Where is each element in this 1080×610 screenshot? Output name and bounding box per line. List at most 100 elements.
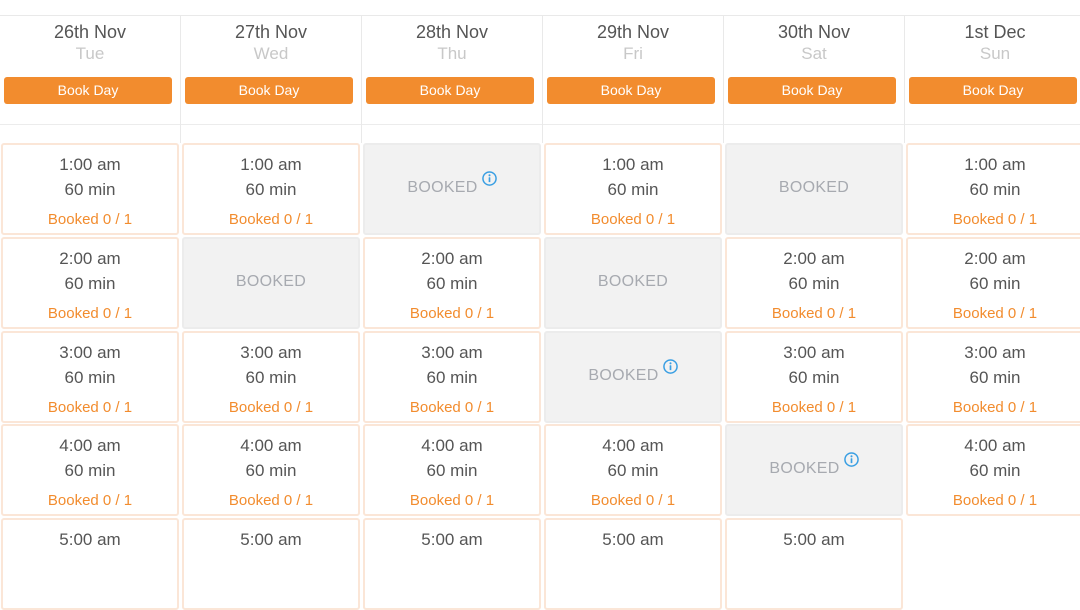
time-slot[interactable]: 2:00 am 60 min Booked 0 / 1 [363,237,541,329]
time-slot[interactable]: 3:00 am 60 min Booked 0 / 1 [725,331,903,423]
slot-duration: 60 min [788,274,840,293]
slot-capacity: Booked 0 / 1 [47,211,133,228]
booked-label-row: BOOKED [727,179,901,197]
time-slot[interactable]: 5:00 am [182,518,360,610]
time-slot[interactable]: 3:00 am 60 min Booked 0 / 1 [1,331,179,423]
time-slot[interactable]: 5:00 am [363,518,541,610]
info-circle-icon[interactable] [843,452,859,467]
slot-duration: 60 min [969,274,1021,293]
day-column: 28th Nov Thu Book Day BOOKED 2:00 am 60 min Bo… [362,0,542,610]
time-slot[interactable]: 2:00 am 60 min Booked 0 / 1 [1,237,179,329]
column-separator [361,16,362,143]
booked-label-row: BOOKED [546,359,720,385]
slot-duration: 60 min [607,461,659,480]
slot-capacity: Booked 0 / 1 [47,492,133,509]
day-date: 1st Dec [964,22,1026,42]
booked-label: BOOKED [235,273,307,290]
slot-time: 3:00 am [240,343,302,362]
day-date: 29th Nov [596,22,670,42]
time-slot[interactable]: 2:00 am 60 min Booked 0 / 1 [725,237,903,329]
book-day-button[interactable]: Book Day [547,77,715,104]
time-slot[interactable]: 3:00 am 60 min Booked 0 / 1 [906,331,1080,423]
slot-capacity: Booked 0 / 1 [409,492,495,509]
column-separator [180,16,181,143]
day-weekday: Sat [801,44,827,63]
book-day-button[interactable]: Book Day [728,77,896,104]
time-slot[interactable]: 5:00 am [1,518,179,610]
day-header: 29th Nov Fri [543,22,723,65]
day-date: 28th Nov [415,22,489,42]
book-day-button[interactable]: Book Day [909,77,1077,104]
time-slot[interactable]: 4:00 am 60 min Booked 0 / 1 [544,424,722,516]
slot-time: 2:00 am [421,249,483,268]
slot-duration: 60 min [245,180,297,199]
slot-duration: 60 min [426,461,478,480]
booked-label: BOOKED [778,179,850,196]
time-slot[interactable]: 4:00 am 60 min Booked 0 / 1 [1,424,179,516]
time-slot[interactable]: 4:00 am 60 min Booked 0 / 1 [182,424,360,516]
booked-slot: BOOKED [725,424,903,516]
book-day-button[interactable]: Book Day [185,77,353,104]
time-slot[interactable]: 2:00 am 60 min Booked 0 / 1 [906,237,1080,329]
slot-capacity: Booked 0 / 1 [771,399,857,416]
day-column: 1st Dec Sun Book Day 1:00 am 60 min Booked 0 … [905,0,1080,550]
slot-time: 5:00 am [602,530,664,549]
day-date: 26th Nov [53,22,127,42]
slot-capacity: Booked 0 / 1 [228,492,314,509]
time-slot[interactable]: 1:00 am 60 min Booked 0 / 1 [182,143,360,235]
slot-time: 1:00 am [240,155,302,174]
slot-time: 5:00 am [59,530,121,549]
slot-time: 5:00 am [240,530,302,549]
slot-time: 4:00 am [964,436,1026,455]
day-header: 30th Nov Sat [724,22,904,65]
day-date: 30th Nov [777,22,851,42]
time-slot[interactable]: 3:00 am 60 min Booked 0 / 1 [363,331,541,423]
slot-capacity: Booked 0 / 1 [952,211,1038,228]
booked-label: BOOKED [769,460,840,477]
day-column: 30th Nov Sat Book Day BOOKED 2:00 am 60 min Bo… [724,0,904,610]
slot-capacity: Booked 0 / 1 [228,399,314,416]
time-slot[interactable]: 1:00 am 60 min Booked 0 / 1 [544,143,722,235]
day-header: 1st Dec Sun [905,22,1080,65]
time-slot[interactable]: 5:00 am [725,518,903,610]
time-slot[interactable]: 5:00 am [544,518,722,610]
slot-duration: 60 min [426,368,478,387]
slot-capacity: Booked 0 / 1 [409,305,495,322]
slot-capacity: Booked 0 / 1 [952,399,1038,416]
slot-capacity: Booked 0 / 1 [47,399,133,416]
time-slot[interactable]: 4:00 am 60 min Booked 0 / 1 [906,424,1080,516]
slot-time: 1:00 am [59,155,121,174]
time-slot[interactable]: 3:00 am 60 min Booked 0 / 1 [182,331,360,423]
slot-duration: 60 min [245,368,297,387]
slot-capacity: Booked 0 / 1 [47,305,133,322]
info-circle-icon[interactable] [662,359,678,374]
slot-duration: 60 min [245,461,297,480]
booked-label: BOOKED [407,179,478,196]
slot-time: 3:00 am [421,343,483,362]
slot-duration: 60 min [969,180,1021,199]
booked-label-row: BOOKED [365,171,539,197]
slot-capacity: Booked 0 / 1 [952,305,1038,322]
slot-time: 3:00 am [783,343,845,362]
booking-calendar-grid: 26th Nov Tue Book Day 1:00 am 60 min Booked 0… [0,0,1080,610]
time-slot[interactable]: 1:00 am 60 min Booked 0 / 1 [906,143,1080,235]
day-column: 29th Nov Fri Book Day 1:00 am 60 min Booked 0… [543,0,723,610]
slot-time: 4:00 am [602,436,664,455]
slot-time: 2:00 am [59,249,121,268]
slot-duration: 60 min [64,461,116,480]
day-weekday: Tue [75,44,105,63]
slot-time: 1:00 am [964,155,1026,174]
book-day-button[interactable]: Book Day [4,77,172,104]
slot-duration: 60 min [64,274,116,293]
time-slot[interactable]: 1:00 am 60 min Booked 0 / 1 [1,143,179,235]
slot-time: 5:00 am [421,530,483,549]
column-separator [904,16,905,143]
slot-capacity: Booked 0 / 1 [952,492,1038,509]
time-slot[interactable]: 4:00 am 60 min Booked 0 / 1 [363,424,541,516]
day-header: 27th Nov Wed [181,22,361,65]
column-separator [542,16,543,143]
day-weekday: Wed [253,44,289,63]
book-day-button[interactable]: Book Day [366,77,534,104]
info-circle-icon[interactable] [481,171,497,186]
slot-capacity: Booked 0 / 1 [228,211,314,228]
